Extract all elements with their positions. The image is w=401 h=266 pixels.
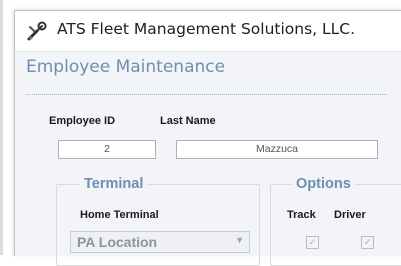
background-window-edge — [0, 0, 3, 255]
home-terminal-dropdown[interactable]: PA Location ▼ — [70, 231, 250, 253]
last-name-field[interactable]: Mazzuca — [176, 140, 378, 159]
options-group-title: Options — [292, 176, 355, 192]
home-terminal-label: Home Terminal — [80, 209, 159, 221]
checkmark-icon: ✓ — [363, 237, 372, 247]
driver-checkbox[interactable]: ✓ — [361, 236, 374, 249]
title-bar[interactable]: ATS Fleet Management Solutions, LLC. — [15, 11, 401, 52]
heading-divider — [26, 94, 387, 95]
options-group — [270, 184, 401, 266]
terminal-group — [56, 184, 260, 266]
last-name-label: Last Name — [160, 115, 216, 127]
employee-id-label: Employee ID — [49, 115, 116, 127]
chevron-down-icon[interactable]: ▼ — [235, 235, 244, 245]
wrench-icon — [25, 21, 47, 43]
track-label: Track — [287, 209, 316, 221]
terminal-group-title: Terminal — [80, 176, 148, 192]
checkmark-icon: ✓ — [308, 237, 317, 247]
track-checkbox[interactable]: ✓ — [306, 236, 319, 249]
page-title: Employee Maintenance — [26, 57, 226, 77]
window-title: ATS Fleet Management Solutions, LLC. — [57, 20, 356, 38]
employee-id-field[interactable]: 2 — [58, 140, 156, 159]
home-terminal-value: PA Location — [77, 234, 158, 250]
driver-label: Driver — [334, 209, 366, 221]
